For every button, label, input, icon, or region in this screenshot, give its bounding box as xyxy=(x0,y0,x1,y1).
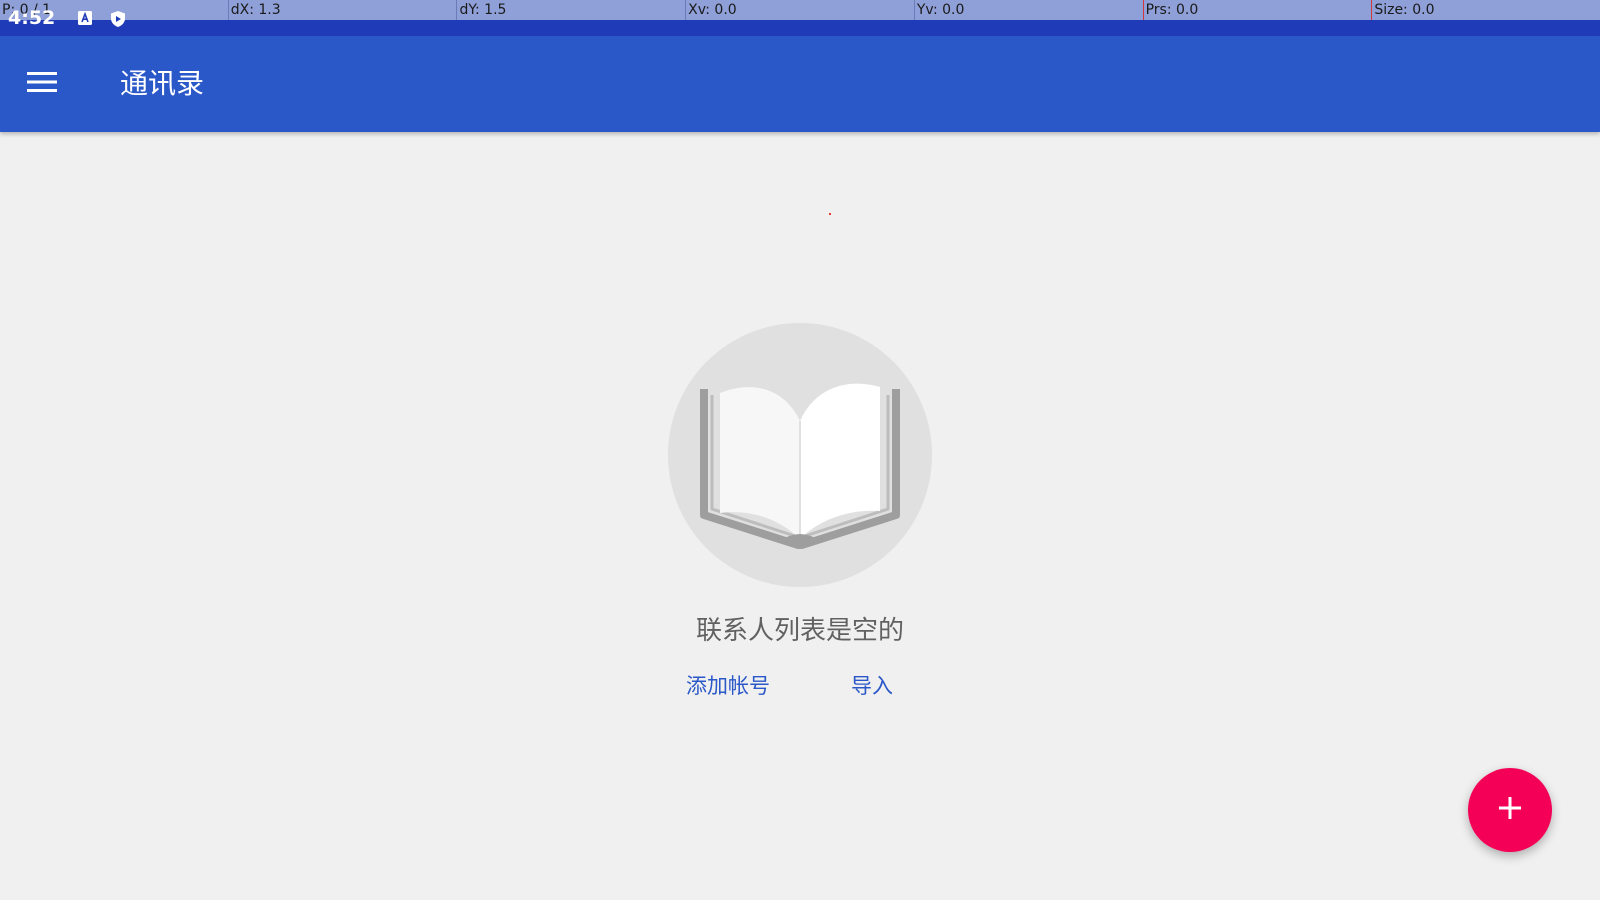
debug-xv: Xv: 0.0 xyxy=(685,0,914,20)
pointer-debug-overlay: P: 0 / 1 dX: 1.3 dY: 1.5 Xv: 0.0 Yv: 0.0… xyxy=(0,0,1600,20)
debug-pressure: Prs: 0.0 xyxy=(1142,0,1372,20)
add-contact-fab[interactable] xyxy=(1468,768,1552,852)
debug-dy: dY: 1.5 xyxy=(456,0,685,20)
app-title: 通讯录 xyxy=(120,67,205,100)
debug-size: Size: 0.0 xyxy=(1371,0,1600,20)
import-button[interactable]: 导入 xyxy=(851,670,893,702)
status-time: 4:52 xyxy=(8,7,56,29)
hamburger-menu-icon xyxy=(27,71,57,97)
status-bar-content: 4:52 xyxy=(8,6,141,30)
open-book-icon xyxy=(668,383,932,587)
debug-yv: Yv: 0.0 xyxy=(913,0,1143,20)
plus-icon xyxy=(1497,795,1523,825)
debug-dx: dX: 1.3 xyxy=(227,0,457,20)
empty-list-message: 联系人列表是空的 xyxy=(695,616,904,646)
app-bar: 通讯录 xyxy=(0,36,1600,132)
play-protect-icon xyxy=(109,10,126,27)
add-account-button[interactable]: 添加帐号 xyxy=(686,670,770,702)
empty-contacts-illustration xyxy=(668,323,932,587)
menu-button[interactable] xyxy=(18,60,66,108)
pointer-trace-dot xyxy=(829,213,831,215)
keyboard-a-icon xyxy=(77,10,93,26)
